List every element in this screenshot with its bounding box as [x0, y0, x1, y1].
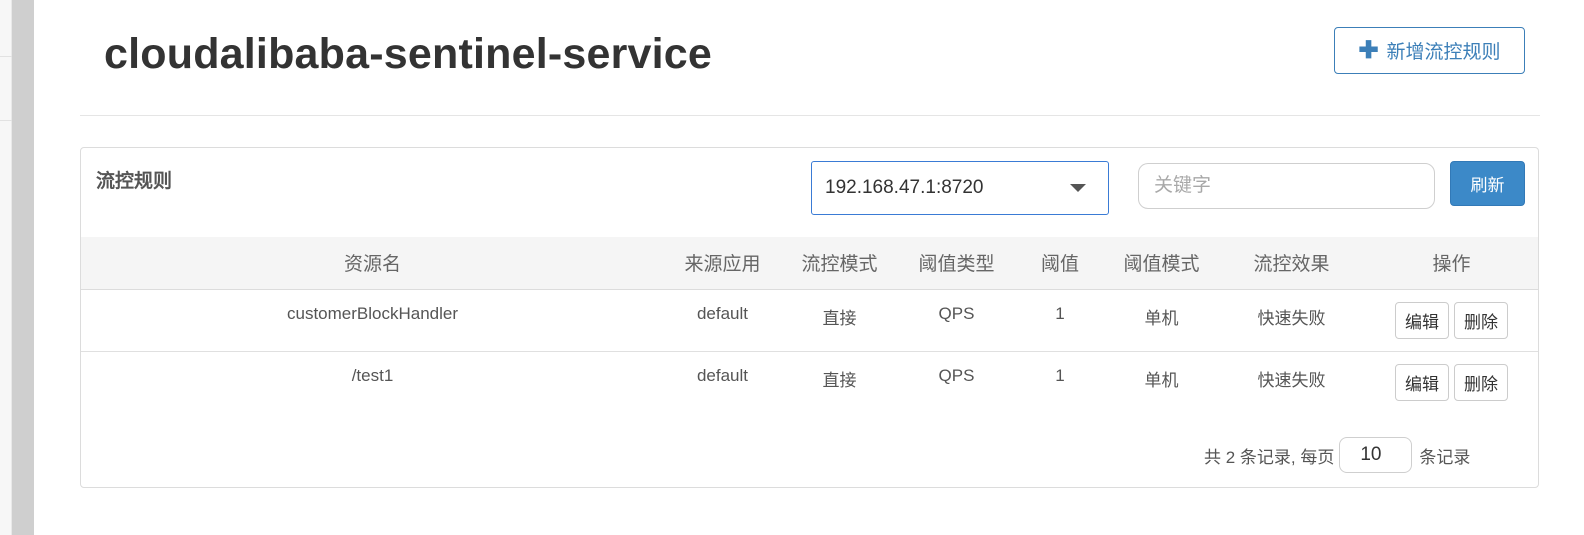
header-divider	[80, 115, 1540, 116]
keyword-search-input[interactable]	[1138, 163, 1435, 209]
pagination-suffix: 条记录	[1419, 447, 1471, 467]
sidebar-divider	[0, 56, 12, 57]
cell-resource: customerBlockHandler	[81, 289, 664, 352]
table-header-row: 资源名 来源应用 流控模式 阈值类型 阈值 阈值模式 流控效果 操作	[81, 237, 1538, 290]
cell-count: 1	[1055, 365, 1065, 385]
pagination: 共 2 条记录, 每页 条记录	[1204, 437, 1470, 473]
column-header-actions: 操作	[1365, 237, 1538, 290]
table-row: customerBlockHandler default 直接 QPS 1 单机…	[81, 289, 1538, 352]
rules-table: 资源名 来源应用 流控模式 阈值类型 阈值 阈值模式 流控效果 操作 custo…	[81, 237, 1538, 413]
page-title: cloudalibaba-sentinel-service	[104, 30, 713, 78]
cell-mode: 直接	[822, 370, 857, 390]
table-row: /test1 default 直接 QPS 1 单机 快速失败 编辑 删除	[81, 351, 1538, 413]
cell-actions: 编辑 删除	[1365, 351, 1538, 413]
machine-select[interactable]: 192.168.47.1:8720	[811, 161, 1109, 215]
sidebar-edge	[0, 0, 12, 535]
add-flow-rule-button[interactable]: ✚ 新增流控规则	[1334, 27, 1525, 74]
plus-icon: ✚	[1358, 36, 1379, 64]
cell-cluster: 单机	[1144, 370, 1179, 390]
column-header-mode[interactable]: 流控模式	[781, 237, 898, 290]
column-header-effect[interactable]: 流控效果	[1218, 237, 1365, 290]
cell-effect: 快速失败	[1257, 370, 1326, 390]
column-header-count[interactable]: 阈值	[1015, 237, 1105, 290]
column-header-cluster[interactable]: 阈值模式	[1105, 237, 1218, 290]
cell-cluster: 单机	[1105, 289, 1218, 352]
machine-select-value: 192.168.47.1:8720	[825, 177, 984, 198]
cell-effect: 快速失败	[1218, 289, 1365, 352]
cell-grade: QPS	[898, 289, 1015, 352]
column-header-resource[interactable]: 资源名	[81, 237, 664, 290]
pagination-summary: 共 2 条记录, 每页	[1204, 447, 1335, 467]
page-size-input[interactable]	[1339, 437, 1413, 473]
add-flow-rule-label: 新增流控规则	[1386, 42, 1501, 63]
edit-button[interactable]: 编辑	[1395, 301, 1449, 339]
cell-grade: QPS	[938, 365, 975, 385]
cell-origin: default	[696, 365, 749, 385]
cell-actions: 编辑 删除	[1365, 289, 1538, 352]
flow-rules-panel: 流控规则 192.168.47.1:8720 刷新 资源名 来源应用 流控模式 …	[80, 147, 1539, 488]
panel-title: 流控规则	[96, 171, 173, 192]
delete-button[interactable]: 删除	[1454, 301, 1508, 339]
cell-resource: /test1	[351, 365, 394, 385]
column-header-grade[interactable]: 阈值类型	[898, 237, 1015, 290]
cell-origin: default	[664, 289, 781, 352]
sidebar-scrollbar[interactable]	[12, 0, 34, 535]
column-header-origin[interactable]: 来源应用	[664, 237, 781, 290]
delete-button[interactable]: 删除	[1454, 363, 1508, 401]
edit-button[interactable]: 编辑	[1395, 363, 1449, 401]
cell-count: 1	[1015, 289, 1105, 352]
cell-mode: 直接	[781, 289, 898, 352]
refresh-button[interactable]: 刷新	[1450, 161, 1525, 206]
sidebar-divider	[0, 120, 12, 121]
caret-down-icon	[1070, 184, 1086, 192]
